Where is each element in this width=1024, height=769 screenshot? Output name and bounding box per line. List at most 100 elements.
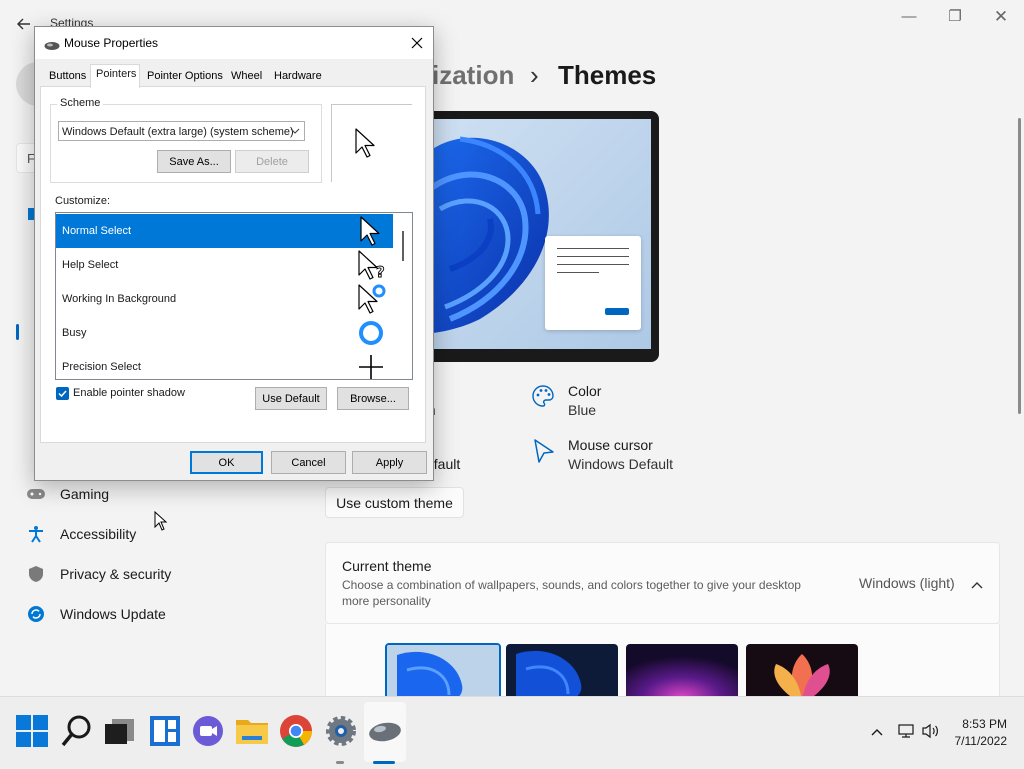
search-icon[interactable] xyxy=(59,713,95,749)
theme-thumbnail-light[interactable] xyxy=(385,643,501,696)
pointer-label: Precision Select xyxy=(62,361,141,373)
task-view-icon[interactable] xyxy=(101,713,137,749)
sidebar-item-gaming[interactable]: Gaming xyxy=(26,479,109,509)
save-as-button[interactable]: Save As... xyxy=(157,150,231,173)
chrome-icon[interactable] xyxy=(278,713,314,749)
windows-update-icon xyxy=(26,604,46,624)
mouse-pointer-icon xyxy=(154,510,168,531)
chevron-up-icon[interactable] xyxy=(970,577,984,589)
crosshair-cursor-icon xyxy=(355,351,387,379)
tab-wheel[interactable]: Wheel xyxy=(230,67,263,86)
scheme-label: Scheme xyxy=(57,97,104,109)
mouse-app-running-indicator xyxy=(373,761,395,764)
pointer-shadow-label[interactable]: Enable pointer shadow xyxy=(73,387,185,399)
tab-buttons[interactable]: Buttons xyxy=(48,67,87,86)
chevron-down-icon xyxy=(289,122,301,140)
pointer-label: Busy xyxy=(62,327,87,339)
sidebar-item-privacy[interactable]: Privacy & security xyxy=(26,559,171,589)
ok-button[interactable]: OK xyxy=(190,451,263,474)
current-theme-title: Current theme xyxy=(342,558,432,574)
clock-time[interactable]: 8:53 PM xyxy=(957,717,1007,731)
pointer-list-item[interactable]: Working In Background xyxy=(56,282,393,316)
mouse-cursor-icon[interactable] xyxy=(532,438,556,464)
pointer-list-item[interactable]: Precision Select xyxy=(56,350,393,379)
page-title: Themes xyxy=(558,60,657,90)
current-theme-card[interactable]: Current theme Choose a combination of wa… xyxy=(325,542,1000,624)
preview-accent-button xyxy=(605,308,629,315)
cursor-preview xyxy=(331,104,412,182)
chevron-up-tray-icon[interactable] xyxy=(870,725,884,737)
pointer-shadow-checkbox[interactable] xyxy=(56,387,69,400)
customize-label: Customize: xyxy=(55,195,111,207)
theme-thumbnail-bloom[interactable] xyxy=(746,644,858,696)
mouse-app-icon[interactable] xyxy=(367,713,403,749)
use-custom-theme-button[interactable]: Use custom theme xyxy=(325,487,464,518)
sidebar-item-label: Windows Update xyxy=(60,606,166,622)
nav-active-indicator xyxy=(16,324,19,340)
pointers-panel: Scheme Windows Default (extra large) (sy… xyxy=(40,86,426,443)
mouse-cursor-value: Windows Default xyxy=(568,456,674,472)
wallpaper-preview xyxy=(420,119,651,349)
busy-cursor-icon xyxy=(355,317,387,349)
arrow-cursor-icon xyxy=(355,215,387,247)
maximize-button[interactable]: ❐ xyxy=(940,6,970,28)
minimize-button[interactable]: — xyxy=(894,6,924,28)
pointer-list-scroll-thumb[interactable] xyxy=(402,231,404,261)
settings-icon[interactable] xyxy=(323,713,359,749)
theme-thumbnail-glow[interactable] xyxy=(626,644,738,696)
mouse-cursor-label[interactable]: Mouse cursor xyxy=(568,436,653,455)
sidebar-item-accessibility[interactable]: Accessibility xyxy=(26,519,136,549)
current-theme-value: Windows (light) xyxy=(859,575,955,591)
taskbar: 8:53 PM 7/11/2022 xyxy=(0,696,1024,769)
help-cursor-icon: ? xyxy=(355,249,387,281)
breadcrumb-separator: › xyxy=(530,60,539,90)
pointer-label: Help Select xyxy=(62,259,119,271)
widgets-icon[interactable] xyxy=(147,713,183,749)
pointer-list-item[interactable]: Busy xyxy=(56,316,393,350)
pointer-list-item[interactable]: Help Select ? xyxy=(56,248,393,282)
pointer-label: Normal Select xyxy=(62,225,132,237)
palette-icon[interactable] xyxy=(531,384,555,408)
theme-preview xyxy=(412,111,659,362)
color-value: Blue xyxy=(568,402,597,418)
tab-pointers-label: Pointers xyxy=(96,68,137,80)
network-icon[interactable] xyxy=(897,723,915,739)
current-theme-description: Choose a combination of wallpapers, soun… xyxy=(342,578,801,608)
use-default-button[interactable]: Use Default xyxy=(255,387,327,410)
close-window-button[interactable]: ✕ xyxy=(986,6,1016,28)
tab-pointers-active[interactable]: Pointers xyxy=(90,64,140,88)
dialog-titlebar[interactable]: Mouse Properties xyxy=(35,27,433,59)
settings-scrollbar[interactable] xyxy=(1018,118,1021,414)
cancel-button[interactable]: Cancel xyxy=(271,451,346,474)
scheme-dropdown[interactable]: Windows Default (extra large) (system sc… xyxy=(58,121,305,141)
clock-date[interactable]: 7/11/2022 xyxy=(945,734,1008,748)
pointer-list-item[interactable]: Normal Select xyxy=(56,214,393,248)
apply-button[interactable]: Apply xyxy=(352,451,427,474)
settings-running-indicator xyxy=(336,761,344,764)
file-explorer-icon[interactable] xyxy=(234,713,270,749)
accessibility-icon xyxy=(26,524,46,544)
back-arrow-icon[interactable] xyxy=(14,14,34,34)
volume-icon[interactable] xyxy=(921,723,941,739)
close-icon[interactable] xyxy=(407,33,427,53)
start-icon[interactable] xyxy=(14,713,50,749)
preview-window xyxy=(545,236,641,330)
gaming-icon xyxy=(26,484,46,504)
sidebar-item-windows-update[interactable]: Windows Update xyxy=(26,599,166,629)
breadcrumb-parent[interactable]: ization xyxy=(432,60,514,91)
browse-button[interactable]: Browse... xyxy=(337,387,409,410)
sidebar-item-label: Gaming xyxy=(60,486,110,502)
tab-hardware[interactable]: Hardware xyxy=(273,67,323,86)
pointer-label: Working In Background xyxy=(62,293,177,305)
pointer-list-scrollbar[interactable] xyxy=(395,213,412,379)
delete-button[interactable]: Delete xyxy=(235,150,309,173)
color-label[interactable]: Color xyxy=(568,382,601,401)
sidebar-item-label: Accessibility xyxy=(60,526,137,542)
scheme-dropdown-value: Windows Default (extra large) (system sc… xyxy=(62,126,294,138)
pointer-list[interactable]: Normal Select Help Select ? Working In B… xyxy=(55,212,413,380)
tab-pointer-options[interactable]: Pointer Options xyxy=(146,67,224,86)
chat-icon[interactable] xyxy=(190,713,226,749)
shield-icon xyxy=(26,564,46,584)
dialog-title: Mouse Properties xyxy=(64,36,159,50)
theme-thumbnail-dark[interactable] xyxy=(506,644,618,696)
